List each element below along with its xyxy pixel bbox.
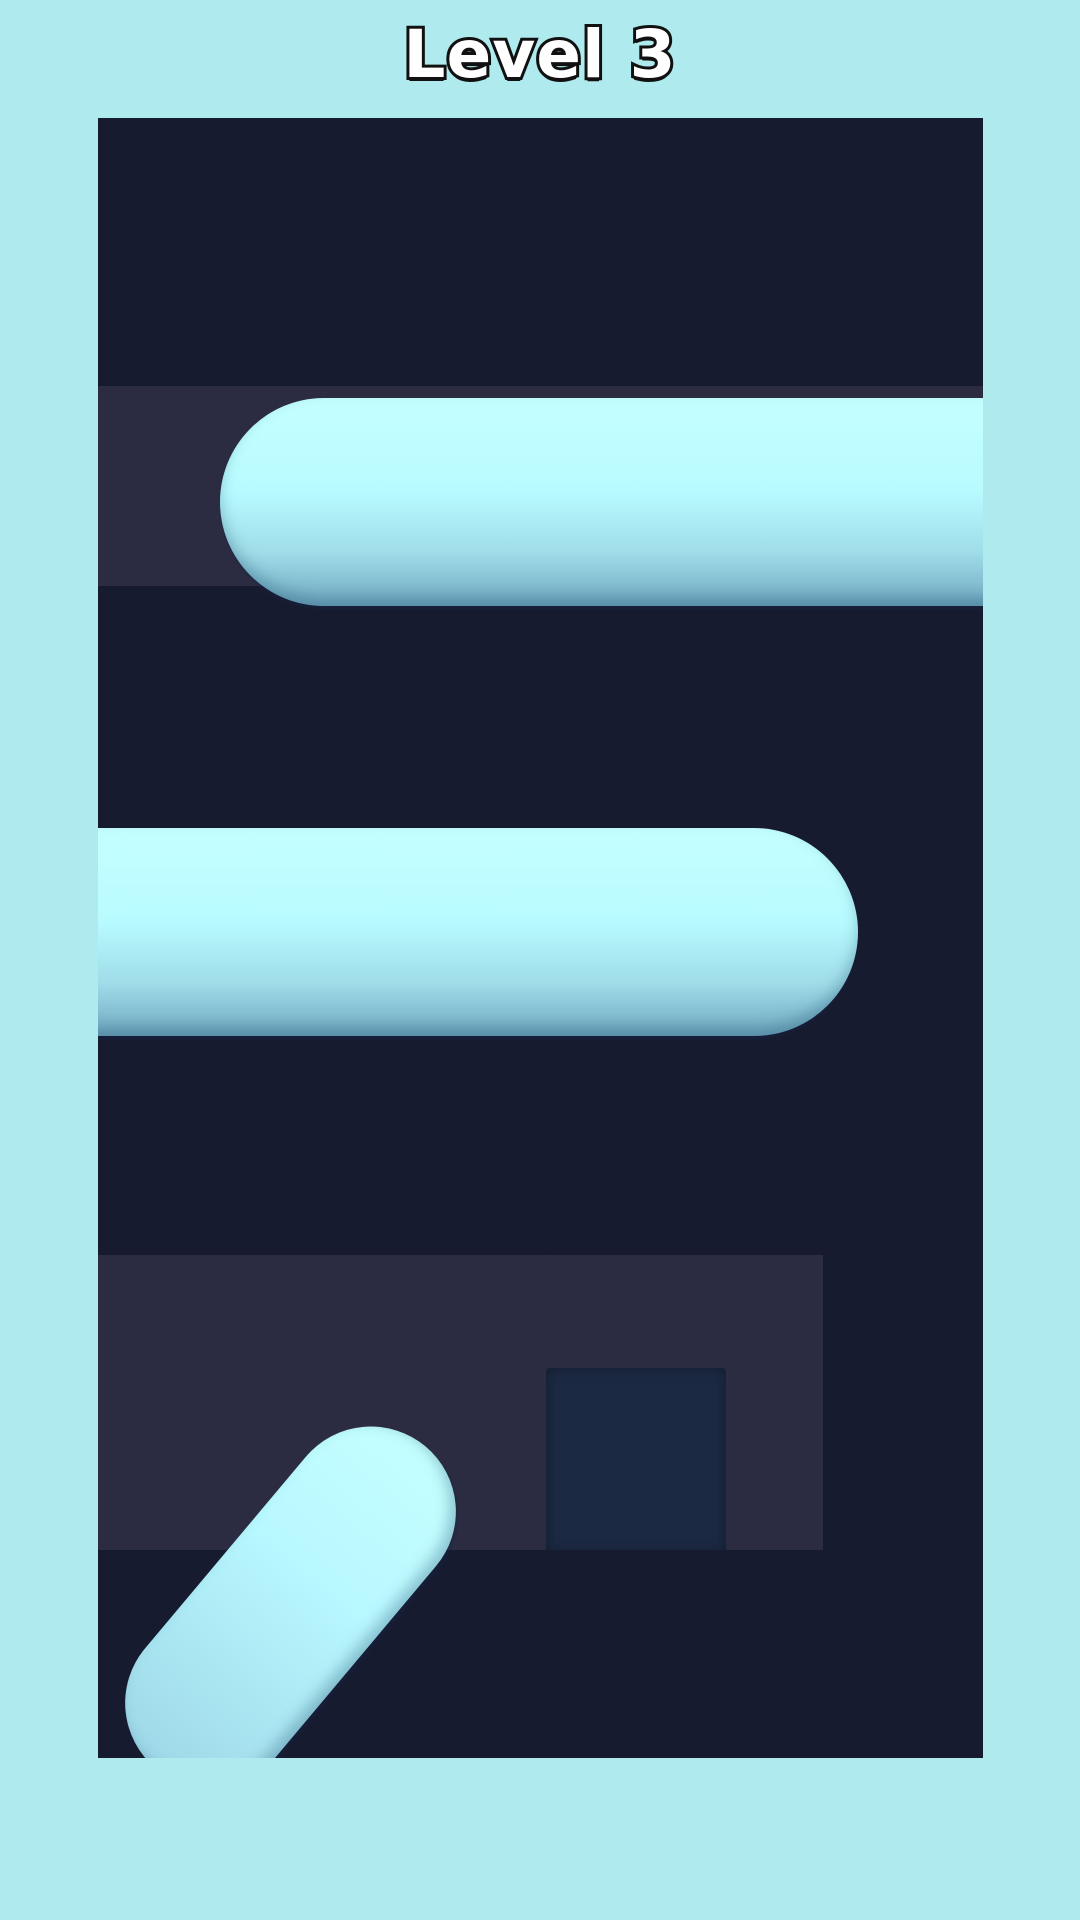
level-title: Level 3 — [400, 16, 678, 93]
frame-left — [0, 118, 98, 1758]
capsule-piece-middle[interactable] — [98, 828, 858, 1036]
frame-bottom — [0, 1758, 1080, 1920]
track-wall-middle — [98, 1008, 671, 1255]
track-slot-bridge — [98, 586, 328, 706]
game-board[interactable] — [98, 118, 983, 1758]
capsule-piece-top[interactable] — [220, 398, 983, 606]
target-pocket — [546, 1368, 726, 1553]
frame-right — [983, 118, 1080, 1758]
game-screen: Level 3 — [0, 0, 1080, 1920]
